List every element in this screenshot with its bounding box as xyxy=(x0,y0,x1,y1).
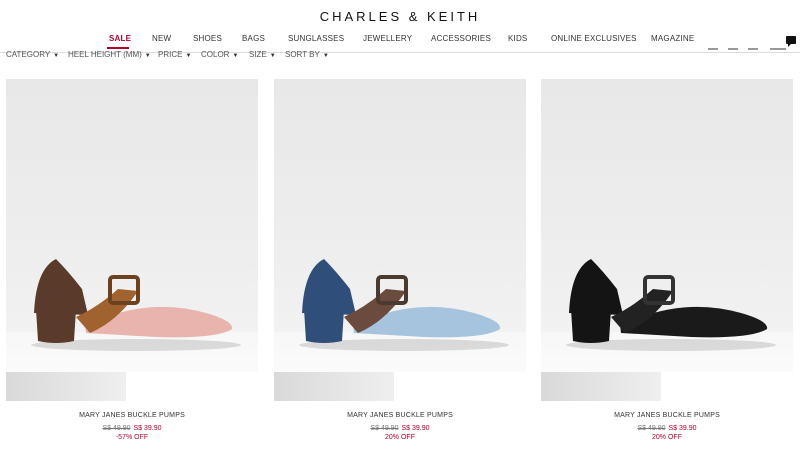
sale-price: S$ 39.90 xyxy=(668,425,697,432)
nav-item-shoes[interactable]: SHOES xyxy=(193,34,222,43)
nav-item-accessories[interactable]: ACCESSORIES xyxy=(431,34,491,43)
product-card[interactable] xyxy=(541,79,793,401)
pedestal-shadow xyxy=(274,372,394,401)
product-name[interactable]: MARY JANES BUCKLE PUMPS xyxy=(541,412,793,419)
price-line: S$ 49.90 S$ 39.90 xyxy=(6,425,258,432)
filter-label: PRICE xyxy=(158,51,183,59)
shoe-image xyxy=(299,259,509,351)
nav-item-sale[interactable]: SALE xyxy=(109,34,131,43)
grid-view-toggle-icon[interactable] xyxy=(708,48,788,54)
nav-item-sunglasses[interactable]: SUNGLASSES xyxy=(288,34,344,43)
shoe-counter xyxy=(34,259,88,315)
pedestal-shadow xyxy=(541,372,661,401)
shoe-counter xyxy=(302,259,356,315)
filter-category[interactable]: CATEGORY ▼ xyxy=(6,51,59,59)
sale-price: S$ 39.90 xyxy=(401,425,430,432)
active-nav-indicator xyxy=(107,47,129,49)
pedestal-shadow xyxy=(6,372,126,401)
caret-down-icon: ▼ xyxy=(269,53,276,59)
product-name[interactable]: MARY JANES BUCKLE PUMPS xyxy=(6,412,258,419)
discount-badge: -57% OFF xyxy=(115,434,149,441)
product-card[interactable] xyxy=(274,79,526,401)
caret-down-icon: ▼ xyxy=(53,53,60,59)
nav-item-new[interactable]: NEW xyxy=(152,34,171,43)
filter-label: HEEL HEIGHT (MM) xyxy=(68,51,142,59)
nav-item-online-exclusives[interactable]: ONLINE EXCLUSIVES xyxy=(551,34,637,43)
shoe-counter xyxy=(569,259,623,315)
original-price: S$ 49.90 xyxy=(102,425,131,432)
discount-badge: 20% OFF xyxy=(652,434,682,441)
product-card[interactable] xyxy=(6,79,258,401)
nav-item-bags[interactable]: BAGS xyxy=(242,34,265,43)
filter-sort-by[interactable]: SORT BY ▼ xyxy=(285,51,329,59)
product-name[interactable]: MARY JANES BUCKLE PUMPS xyxy=(274,412,526,419)
sale-price: S$ 39.90 xyxy=(133,425,162,432)
caret-down-icon: ▼ xyxy=(185,53,192,59)
partial-link[interactable] xyxy=(368,447,432,452)
filter-color[interactable]: COLOR ▼ xyxy=(201,51,238,59)
caret-down-icon: ▼ xyxy=(232,53,239,59)
brand-logo[interactable]: CHARLES & KEITH xyxy=(0,9,800,24)
original-price: S$ 49.90 xyxy=(637,425,666,432)
filter-label: COLOR xyxy=(201,51,230,59)
price-line: S$ 49.90 S$ 39.90 xyxy=(274,425,526,432)
shoe-image xyxy=(566,259,776,351)
discount-badge: 20% OFF xyxy=(385,434,415,441)
original-price: S$ 49.90 xyxy=(370,425,399,432)
caret-down-icon: ▼ xyxy=(322,53,329,59)
price-line: S$ 49.90 S$ 39.90 xyxy=(541,425,793,432)
nav-item-magazine[interactable]: MAGAZINE xyxy=(651,34,694,43)
shoe-image xyxy=(31,259,241,351)
filter-label: SIZE xyxy=(249,51,267,59)
nav-item-kids[interactable]: KIDS xyxy=(508,34,527,43)
main-nav: SALE NEW SHOES BAGS SUNGLASSES JEWELLERY… xyxy=(0,34,800,48)
filter-price[interactable]: PRICE ▼ xyxy=(158,51,191,59)
filter-size[interactable]: SIZE ▼ xyxy=(249,51,276,59)
filter-bar: CATEGORY ▼ HEEL HEIGHT (MM) ▼ PRICE ▼ COLOR… xyxy=(0,51,800,61)
nav-item-jewellery[interactable]: JEWELLERY xyxy=(363,34,412,43)
caret-down-icon: ▼ xyxy=(144,53,151,59)
filter-label: CATEGORY xyxy=(6,51,51,59)
filter-label: SORT BY xyxy=(285,51,320,59)
chat-icon[interactable] xyxy=(786,36,796,47)
filter-heel-height[interactable]: HEEL HEIGHT (MM) ▼ xyxy=(68,51,151,59)
